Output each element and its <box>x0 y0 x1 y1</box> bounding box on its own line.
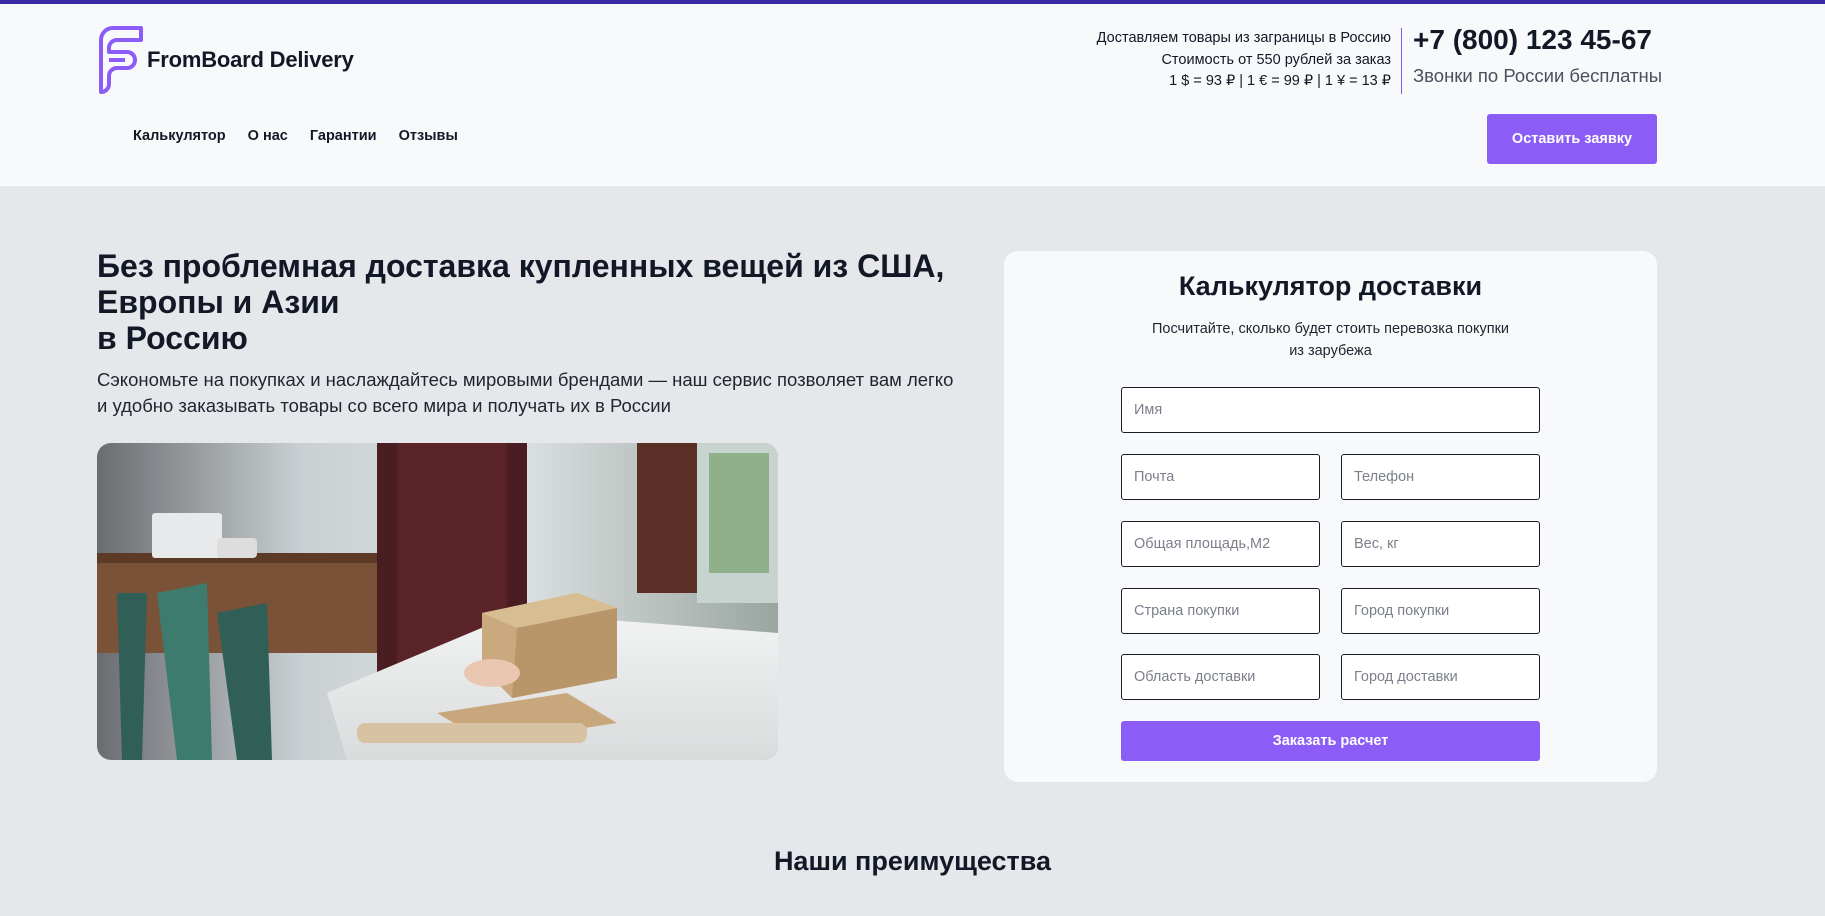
hero-photo-packing-box <box>97 443 778 760</box>
site-header: FromBoard Delivery Доставляем товары из … <box>0 4 1825 186</box>
delivery-info: Доставляем товары из заграницы в Россию … <box>1097 28 1391 93</box>
phone-note: Звонки по России бесплатны <box>1413 65 1663 86</box>
calculator-description: Посчитайте, сколько будет стоить перевоз… <box>1151 321 1510 359</box>
nav-item-guarantees[interactable]: Гарантии <box>310 128 377 144</box>
hero-title-line: в Россию <box>97 320 248 356</box>
order-calculation-button[interactable]: Заказать расчет <box>1121 721 1540 761</box>
delivery-calculator: Калькулятор доставки Посчитайте, сколько… <box>1004 251 1657 782</box>
logo[interactable]: FromBoard Delivery <box>97 26 354 94</box>
hero-title: Без проблемная доставка купленных вещей … <box>97 248 977 356</box>
weight-field[interactable] <box>1341 521 1540 567</box>
logo-text: FromBoard Delivery <box>147 47 354 72</box>
nav-item-reviews[interactable]: Отзывы <box>399 128 458 144</box>
main-nav: Калькулятор О нас Гарантии Отзывы <box>133 128 458 144</box>
calculator-title: Калькулятор доставки <box>1178 271 1483 301</box>
purchase-country-field[interactable] <box>1121 588 1320 634</box>
purchase-city-field[interactable] <box>1341 588 1540 634</box>
leave-request-button[interactable]: Оставить заявку <box>1487 114 1657 164</box>
phone-number[interactable]: +7 (800) 123 45-67 <box>1413 24 1652 56</box>
delivery-city-field[interactable] <box>1341 654 1540 700</box>
hero-title-line: Европы и Азии <box>97 284 340 320</box>
area-field[interactable] <box>1121 521 1320 567</box>
phone-field[interactable] <box>1341 454 1540 500</box>
nav-item-calculator[interactable]: Калькулятор <box>133 128 226 144</box>
logo-icon <box>99 26 143 94</box>
delivery-region-field[interactable] <box>1121 654 1320 700</box>
email-field[interactable] <box>1121 454 1320 500</box>
hero-subtitle: Сэкономьте на покупках и наслаждайтесь м… <box>97 369 954 416</box>
nav-item-about[interactable]: О нас <box>248 128 288 144</box>
info-line-delivery: Доставляем товары из заграницы в Россию <box>1096 30 1391 46</box>
advantages-title: Наши преимущества <box>773 846 1052 876</box>
info-line-price: Стоимость от 550 рублей за заказ <box>1161 51 1391 68</box>
info-line-rates: 1 $ = 93 ₽ | 1 € = 99 ₽ | 1 ¥ = 13 ₽ <box>1169 73 1391 89</box>
hero-title-line: Без проблемная доставка купленных вещей … <box>97 248 945 284</box>
header-divider <box>1401 28 1402 94</box>
name-field[interactable] <box>1121 387 1540 433</box>
